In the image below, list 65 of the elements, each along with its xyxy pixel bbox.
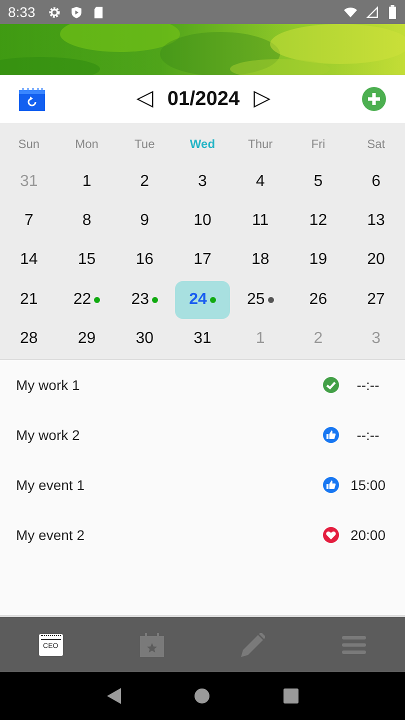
event-title: My event 1 (16, 477, 84, 494)
day-cell[interactable]: 20 (348, 241, 404, 280)
day-cell[interactable]: 24 (174, 280, 230, 319)
day-cell[interactable]: 13 (348, 202, 404, 240)
day-cell[interactable]: 7 (1, 202, 56, 240)
gear-icon (48, 6, 62, 18)
status-time: 8:33 (8, 4, 36, 20)
event-time: 15:00 (349, 477, 387, 494)
event-time: 20:00 (349, 527, 387, 544)
day-cell[interactable]: 21 (1, 280, 56, 319)
back-icon[interactable] (106, 688, 122, 704)
day-cell[interactable]: 2 (117, 162, 172, 201)
day-cell[interactable]: 29 (59, 320, 114, 358)
weekday-label: Sat (366, 136, 386, 150)
weekday-label: Thur (247, 136, 274, 150)
day-cell[interactable]: 1 (59, 162, 114, 201)
day-cell[interactable]: 30 (117, 320, 172, 358)
day-cell[interactable]: 10 (174, 202, 230, 240)
weekday-label: Fri (310, 136, 326, 150)
day-cell[interactable]: 8 (59, 202, 114, 240)
battery-icon (388, 5, 397, 19)
day-cell[interactable]: 25 (232, 280, 288, 319)
day-cell[interactable]: 6 (348, 162, 404, 201)
day-cell[interactable]: 28 (1, 320, 56, 358)
day-cell[interactable]: 14 (1, 241, 56, 280)
day-cell[interactable]: 15 (59, 241, 114, 280)
weekday-label: Mon (74, 136, 100, 150)
day-cell[interactable]: 27 (348, 280, 404, 319)
previous-month-button[interactable]: ◁ (130, 88, 160, 110)
sd-card-icon (92, 6, 106, 18)
next-month-button[interactable]: ▷ (248, 88, 277, 110)
day-cell[interactable]: 31 (174, 320, 230, 358)
day-cell[interactable]: 11 (232, 202, 288, 240)
day-cell[interactable]: 17 (174, 241, 230, 280)
add-icon[interactable] (362, 87, 386, 111)
day-cell[interactable]: 23 (117, 280, 172, 319)
day-cell[interactable]: 12 (290, 202, 346, 240)
event-item[interactable]: My work 2 --:-- (0, 410, 405, 460)
day-cell[interactable]: 5 (290, 162, 346, 201)
weekday-label: Tue (134, 136, 156, 150)
calendar-reset-icon[interactable] (19, 87, 45, 111)
event-title: My work 2 (16, 427, 80, 444)
shield-icon (70, 6, 84, 18)
event-item[interactable]: My event 1 15:00 (0, 460, 405, 510)
signal-icon (366, 6, 379, 18)
weekday-label: Wed (188, 136, 216, 150)
event-time: --:-- (356, 377, 380, 394)
wifi-icon (344, 6, 357, 18)
home-icon[interactable] (194, 688, 210, 704)
recents-icon[interactable] (282, 688, 299, 704)
day-cell[interactable]: 18 (232, 241, 288, 280)
event-item[interactable]: My work 1 --:-- (0, 360, 405, 410)
event-title: My work 1 (16, 377, 80, 394)
event-title: My event 2 (16, 527, 84, 544)
month-title: 01/2024 (167, 88, 240, 110)
day-cell[interactable]: 26 (290, 280, 346, 319)
day-cell[interactable]: 4 (232, 162, 288, 201)
day-cell[interactable]: 9 (117, 202, 172, 240)
day-cell[interactable]: 3 (174, 162, 230, 201)
event-time: --:-- (356, 427, 380, 444)
day-cell[interactable]: 22 (59, 280, 114, 319)
weekday-label: Sun (17, 136, 41, 150)
day-cell[interactable]: 16 (117, 241, 172, 280)
event-item[interactable]: My event 2 20:00 (0, 510, 405, 560)
day-cell[interactable]: 19 (290, 241, 346, 280)
